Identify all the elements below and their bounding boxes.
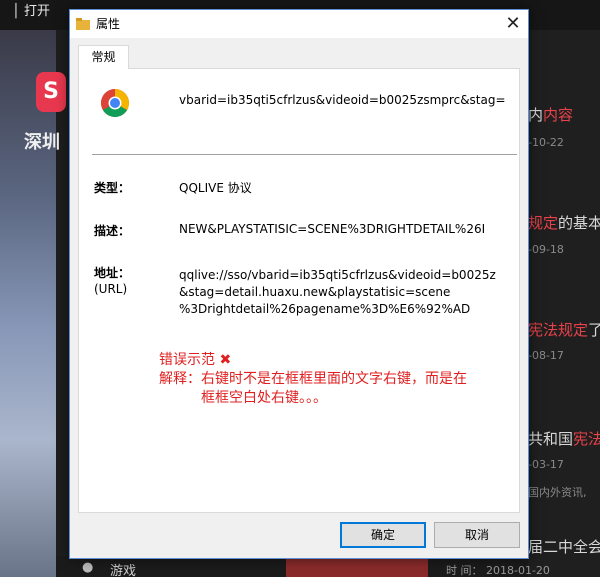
ok-button[interactable]: 确定 (340, 522, 426, 548)
news-item-text: 内 (528, 106, 544, 124)
cancel-button[interactable]: 取消 (434, 522, 520, 548)
news-item-text: 届二中全会 (528, 538, 600, 556)
annotation-title: 错误示范 (159, 352, 215, 368)
news-item[interactable]: 共和国宪法 (528, 428, 600, 449)
address-label-url: (URL) (94, 282, 128, 296)
news-summary: 国内外资讯, (528, 486, 587, 499)
chrome-icon (101, 89, 129, 117)
annotation-explanation: 解释：右键时不是在框框里面的文字右键，而是在 (159, 371, 467, 387)
error-annotation: 错误示范 ✖ 解释：右键时不是在框框里面的文字右键，而是在 框框空白处右键。。。 (159, 351, 519, 408)
close-icon: ✕ (505, 13, 521, 34)
address-line: &stag=detail.huaxu.new&playstatisic=scen… (179, 285, 451, 299)
news-date: -08-17 (528, 349, 564, 362)
dialog-title: 属性 (96, 17, 121, 31)
address-line: qqlive://sso/vbarid=ib35qti5cfrlzus&vide… (179, 268, 496, 282)
news-item[interactable]: 届二中全会 (528, 536, 600, 557)
address-label-text: 地址： (94, 266, 131, 280)
news-item-highlight: 规定 (528, 214, 559, 232)
news-date: -10-22 (528, 136, 564, 149)
news-item[interactable]: 内内容 (528, 104, 600, 125)
gamepad-icon: ● (82, 560, 94, 575)
background-top-title: │ 打开 (12, 4, 50, 19)
news-time: 时 间： 2018-01-20 (446, 564, 550, 577)
tab-general[interactable]: 常规 (78, 45, 129, 69)
news-item-highlight: 内容 (543, 106, 574, 124)
news-thumbnail[interactable] (286, 556, 428, 577)
address-line: %3Drightdetail%26pagename%3D%E6%92%AD (179, 302, 471, 316)
type-value: QQLIVE 协议 (179, 181, 252, 195)
dialog-titlebar[interactable]: 属性 ✕ (70, 10, 528, 38)
news-item[interactable]: 宪法规定了 (528, 319, 600, 340)
news-item-text: 的基本 (558, 214, 600, 232)
error-x-icon: ✖ (219, 352, 232, 368)
news-item-highlight: 宪法 (573, 430, 600, 448)
divider (92, 154, 517, 155)
address-value: qqlive://sso/vbarid=ib35qti5cfrlzus&vide… (179, 267, 519, 318)
news-date: -03-17 (528, 458, 564, 471)
type-label: 类型： (94, 181, 131, 195)
news-item-highlight: 宪法规定 (528, 321, 589, 339)
news-date: -09-18 (528, 243, 564, 256)
description-value: NEW&PLAYSTATISIC=SCENE%3DRIGHTDETAIL%26I (179, 222, 486, 236)
close-button[interactable]: ✕ (498, 10, 528, 38)
general-tab-panel: vbarid=ib35qti5cfrlzus&videoid=b0025zsmp… (78, 68, 520, 513)
news-item-text: 共和国 (528, 430, 574, 448)
app-logo-text: 深圳 (24, 132, 60, 153)
news-item[interactable]: 规定的基本 (528, 212, 600, 233)
annotation-explanation-cont: 框框空白处右键。。。 (201, 390, 327, 406)
properties-folder-icon (76, 18, 90, 30)
app-logo-icon: S (36, 72, 66, 112)
shortcut-url-header: vbarid=ib35qti5cfrlzus&videoid=b0025zsmp… (179, 93, 506, 107)
description-label: 描述： (94, 224, 131, 238)
address-label: 地址： (URL) (94, 265, 130, 297)
sidebar-item-games[interactable]: 游戏 (110, 560, 136, 577)
properties-dialog: 属性 ✕ 常规 vbarid=ib35qti5cfrlzus&videoid=b… (69, 9, 529, 559)
background-left-panel (0, 30, 56, 577)
news-item-text: 了 (588, 321, 600, 339)
